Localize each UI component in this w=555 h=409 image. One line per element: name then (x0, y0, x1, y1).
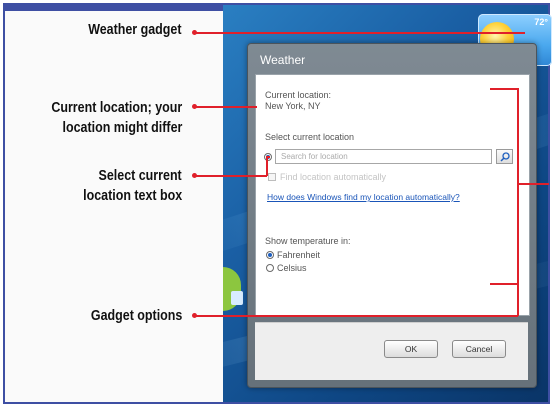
dialog-footer: OK Cancel (255, 322, 528, 380)
callout-line (195, 315, 518, 317)
ok-button[interactable]: OK (384, 340, 438, 358)
callout-line (490, 88, 518, 90)
callout-select-location-line2: location text box (82, 188, 182, 204)
dialog-title: Weather (260, 53, 306, 67)
search-icon (500, 152, 510, 162)
callout-line (195, 32, 525, 34)
current-location-value: New York, NY (265, 101, 321, 111)
callout-current-location-line2: location might differ (62, 120, 182, 136)
desktop-icon[interactable] (231, 291, 243, 305)
find-automatically-label: Find location automatically (280, 172, 387, 182)
callout-line (517, 183, 549, 185)
current-location-label: Current location: (265, 90, 332, 100)
weather-options-dialog: Weather Current location: New York, NY S… (247, 43, 537, 388)
temperature-unit-label: Show temperature in: (265, 236, 351, 246)
find-automatically-checkbox[interactable] (268, 173, 276, 181)
search-placeholder: Search for location (281, 152, 348, 161)
fahrenheit-label: Fahrenheit (277, 250, 321, 260)
callout-line (266, 156, 270, 158)
callout-line (266, 156, 268, 176)
callout-weather-gadget: Weather gadget (88, 22, 182, 38)
callout-line (517, 88, 519, 316)
fahrenheit-radio[interactable] (266, 251, 274, 259)
callout-line (195, 106, 257, 108)
callout-line (195, 175, 267, 177)
celsius-radio[interactable] (266, 264, 274, 272)
callout-gadget-options: Gadget options (90, 308, 182, 324)
select-location-label: Select current location (265, 132, 355, 142)
celsius-label: Celsius (277, 263, 307, 273)
callout-select-location-line1: Select current (98, 168, 182, 184)
options-panel: Current location: New York, NY Select cu… (255, 74, 530, 316)
location-help-link[interactable]: How does Windows find my location automa… (267, 192, 460, 202)
callout-line (490, 283, 518, 285)
search-button[interactable] (496, 149, 513, 164)
location-search-input[interactable]: Search for location (275, 149, 492, 164)
gadget-temperature: 72° (534, 17, 548, 27)
cancel-button[interactable]: Cancel (452, 340, 506, 358)
callout-current-location-line1: Current location; your (51, 100, 182, 116)
